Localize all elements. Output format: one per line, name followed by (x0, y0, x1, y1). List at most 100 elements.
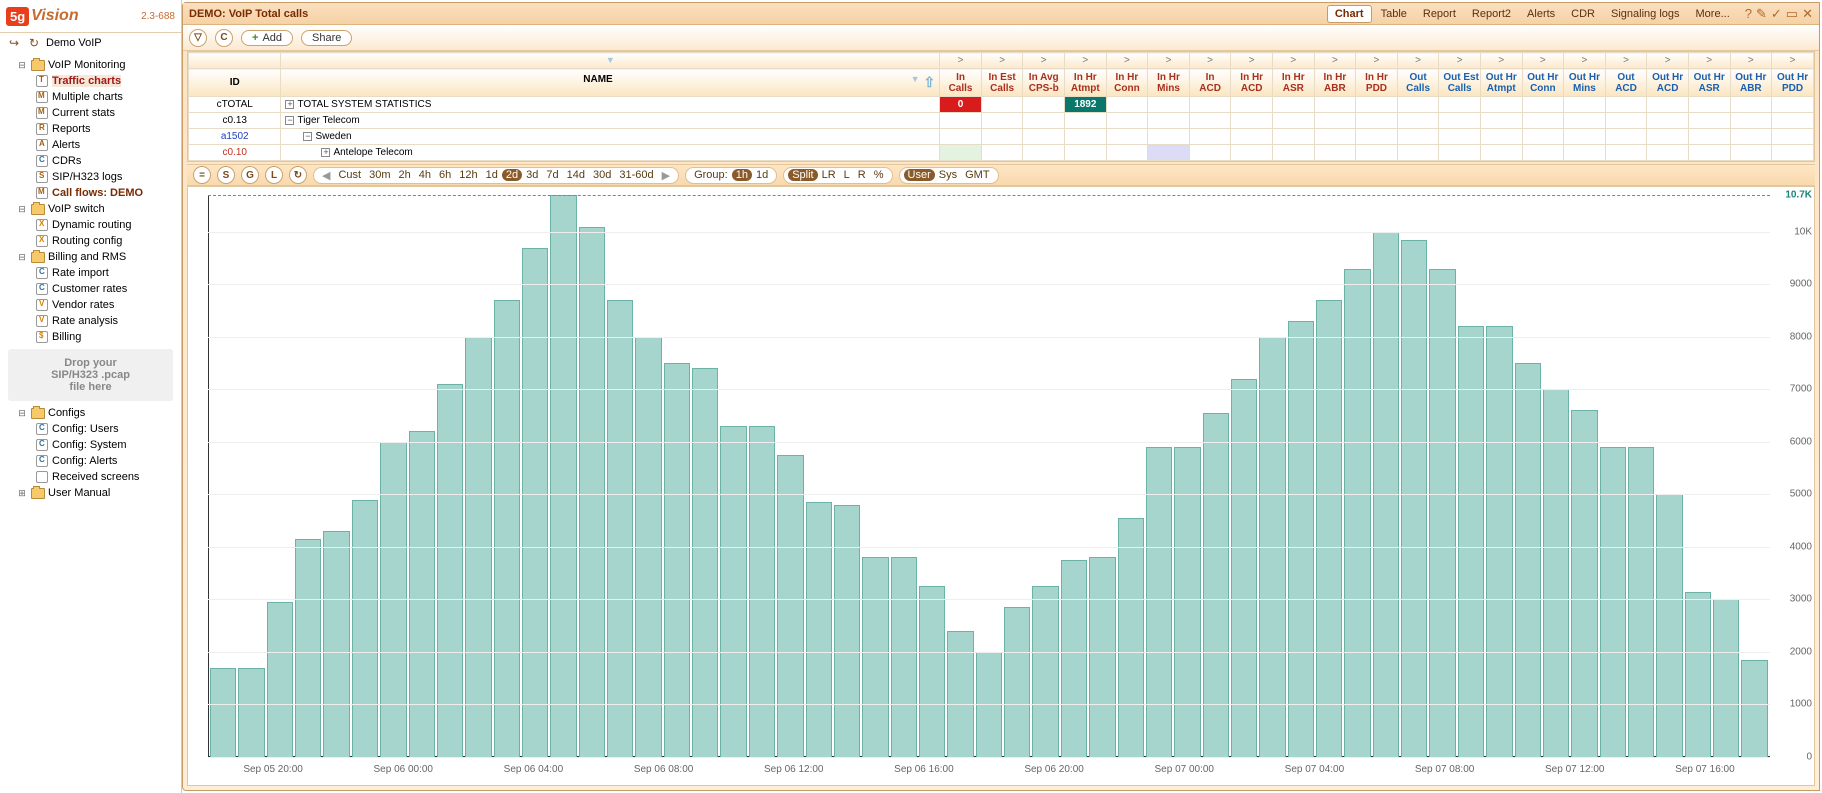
range-31-60d[interactable]: 31-60d (615, 169, 657, 181)
range-30m[interactable]: 30m (365, 169, 394, 181)
chart-bar[interactable] (1458, 326, 1484, 757)
col-filter-18[interactable]: > (1688, 53, 1730, 69)
tree-item-received-screens[interactable]: Received screens (2, 469, 179, 485)
table-row[interactable]: c0.13−Tiger Telecom (189, 113, 1814, 129)
chart-bar[interactable] (267, 602, 293, 757)
tab-more-[interactable]: More... (1689, 6, 1737, 22)
range-3d[interactable]: 3d (522, 169, 542, 181)
tree-item-call-flows-demo[interactable]: Call flows: DEMO (2, 185, 179, 201)
chart-bar[interactable] (238, 668, 264, 757)
range-4h[interactable]: 4h (415, 169, 435, 181)
chart-bar[interactable] (777, 455, 803, 757)
tree-folder-user-manual[interactable]: ⊞User Manual (2, 485, 179, 501)
split-R[interactable]: R (854, 169, 870, 181)
chart-bar[interactable] (1316, 300, 1342, 757)
chart-btn-↻[interactable]: ↻ (289, 166, 307, 184)
tree-folder-configs[interactable]: ⊟Configs (2, 405, 179, 421)
tree-toggle-icon[interactable]: ⊞ (16, 488, 28, 499)
chart-bar[interactable] (437, 384, 463, 757)
range-cust[interactable]: Cust (334, 169, 365, 181)
chart-bar[interactable] (1486, 326, 1512, 757)
chart-bar[interactable] (522, 248, 548, 757)
col-name[interactable]: NAME ⇧▼ (281, 69, 940, 97)
tree-item-config-alerts[interactable]: Config: Alerts (2, 453, 179, 469)
tree-item-vendor-rates[interactable]: Vendor rates (2, 297, 179, 313)
tree-item-cdrs[interactable]: CDRs (2, 153, 179, 169)
close-icon[interactable]: ✕ (1802, 6, 1813, 22)
col-Out-Calls[interactable]: OutCalls (1397, 69, 1439, 97)
col-Out Hr-Atmpt[interactable]: Out HrAtmpt (1480, 69, 1522, 97)
tree-item-reports[interactable]: Reports (2, 121, 179, 137)
tree-item-current-stats[interactable]: Current stats (2, 105, 179, 121)
tree-folder-voip-switch[interactable]: ⊟VoIP switch (2, 201, 179, 217)
col-Out Hr-ABR[interactable]: Out HrABR (1730, 69, 1772, 97)
chart-bar[interactable] (1543, 389, 1569, 757)
group-1d[interactable]: 1d (752, 169, 772, 181)
col-filter-5[interactable]: > (1148, 53, 1190, 69)
row-expander-icon[interactable]: + (321, 148, 330, 157)
range-2d[interactable]: 2d (502, 169, 522, 181)
range-2h[interactable]: 2h (395, 169, 415, 181)
tree-toggle-icon[interactable]: ⊟ (16, 60, 28, 71)
chart-bar[interactable] (692, 368, 718, 757)
col-In Est-Calls[interactable]: In EstCalls (981, 69, 1023, 97)
split-label[interactable]: Split (788, 169, 817, 181)
tab-chart[interactable]: Chart (1327, 5, 1372, 23)
tab-alerts[interactable]: Alerts (1520, 6, 1562, 22)
range-14d[interactable]: 14d (563, 169, 589, 181)
tree-item-rate-import[interactable]: Rate import (2, 265, 179, 281)
range-30d[interactable]: 30d (589, 169, 615, 181)
tree-item-dynamic-routing[interactable]: Dynamic routing (2, 217, 179, 233)
user-GMT[interactable]: GMT (961, 169, 993, 181)
tab-cdr[interactable]: CDR (1564, 6, 1602, 22)
col-In Hr-Mins[interactable]: In HrMins (1148, 69, 1190, 97)
col-filter-0[interactable]: > (940, 53, 982, 69)
col-Out Est-Calls[interactable]: Out EstCalls (1439, 69, 1481, 97)
chart-bar[interactable] (664, 363, 690, 757)
tree-item-config-system[interactable]: Config: System (2, 437, 179, 453)
split-L[interactable]: L (840, 169, 854, 181)
chart-bar[interactable] (1656, 494, 1682, 757)
chart-bar[interactable] (352, 500, 378, 757)
col-filter-12[interactable]: > (1439, 53, 1481, 69)
chart-bar[interactable] (1061, 560, 1087, 757)
sort-up-icon[interactable]: ⇧ (924, 74, 936, 91)
col-In Avg-CPS-b[interactable]: In AvgCPS-b (1023, 69, 1065, 97)
tab-table[interactable]: Table (1374, 6, 1414, 22)
chart-bar[interactable] (1429, 269, 1455, 757)
col-filter-10[interactable]: > (1356, 53, 1398, 69)
chevron-down-icon[interactable]: ▼ (911, 74, 920, 84)
col-filter-15[interactable]: > (1564, 53, 1606, 69)
tree-toggle-icon[interactable]: ⊟ (16, 408, 28, 419)
chart-bar[interactable] (947, 631, 973, 757)
tree-toggle-icon[interactable]: ⊟ (16, 252, 28, 263)
chart-bar[interactable] (1713, 599, 1739, 757)
col-In-ACD[interactable]: InACD (1189, 69, 1231, 97)
col-Out Hr-ASR[interactable]: Out HrASR (1688, 69, 1730, 97)
tab-report2[interactable]: Report2 (1465, 6, 1518, 22)
tree-toggle-icon[interactable]: ⊟ (16, 204, 28, 215)
row-expander-icon[interactable]: + (285, 100, 294, 109)
chart-bar[interactable] (494, 300, 520, 757)
col-filter-17[interactable]: > (1647, 53, 1689, 69)
chart-bar[interactable] (295, 539, 321, 757)
tree-folder-voip-monitoring[interactable]: ⊟VoIP Monitoring (2, 57, 179, 73)
prev-icon[interactable]: ◀ (318, 169, 334, 182)
row-expander-icon[interactable]: − (285, 116, 294, 125)
share-button[interactable]: Share (301, 30, 352, 46)
col-filter-4[interactable]: > (1106, 53, 1148, 69)
col-In Hr-ABR[interactable]: In HrABR (1314, 69, 1356, 97)
help-icon[interactable]: ? (1745, 6, 1752, 22)
col-Out-ACD[interactable]: OutACD (1605, 69, 1647, 97)
range-12h[interactable]: 12h (455, 169, 481, 181)
refresh-icon[interactable]: ↻ (26, 35, 42, 51)
table-row[interactable]: c0.10+Antelope Telecom (189, 145, 1814, 161)
chart-bar[interactable] (749, 426, 775, 757)
chart-bar[interactable] (834, 505, 860, 757)
chart-bar[interactable] (1118, 518, 1144, 757)
range-7d[interactable]: 7d (542, 169, 562, 181)
col-Out Hr-Mins[interactable]: Out HrMins (1564, 69, 1606, 97)
window-icon[interactable]: ▭ (1786, 6, 1798, 22)
chart-bar[interactable] (1288, 321, 1314, 757)
chart-bar[interactable] (806, 502, 832, 757)
